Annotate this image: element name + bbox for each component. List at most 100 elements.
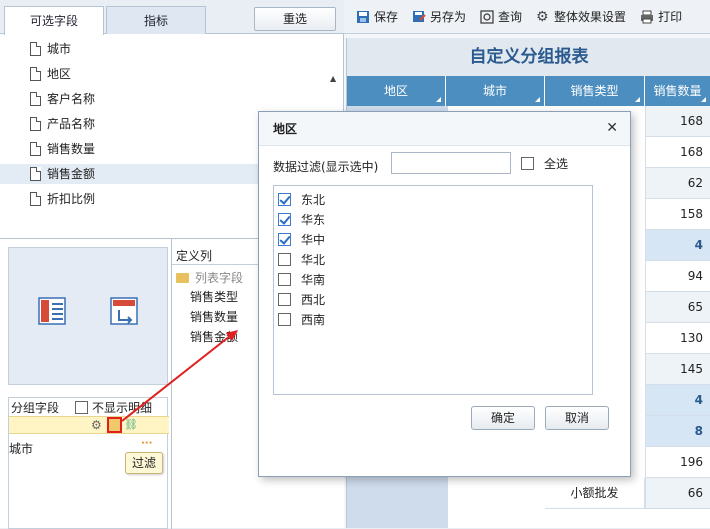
filter-label: 数据过滤(显示选中)	[273, 160, 379, 174]
field-label: 折扣比例	[47, 192, 96, 206]
define-item[interactable]: 销售类型	[190, 287, 238, 307]
field-item[interactable]: 地区	[30, 64, 180, 84]
print-button[interactable]: 打印	[640, 8, 682, 25]
layout-panel: 分组字段 不显示明细 ⚙ ⛓ 城市 ··· 过滤	[0, 239, 172, 529]
save-as-button[interactable]: 另存为	[412, 8, 466, 25]
field-label: 销售数量	[47, 142, 96, 156]
column-header[interactable]: 地区	[347, 76, 446, 106]
filter-tooltip: 过滤	[125, 452, 163, 474]
save-as-icon	[413, 10, 426, 22]
close-icon[interactable]: ✕	[606, 120, 618, 136]
group-label: 分组字段	[11, 400, 60, 415]
field-label: 城市	[47, 42, 72, 56]
subtotal-cell: 8	[645, 416, 710, 447]
ok-button[interactable]: 确定	[471, 406, 535, 430]
save-icon	[357, 10, 369, 23]
table-header: 地区 城市 销售类型 销售数量	[347, 76, 710, 106]
column-header[interactable]: 销售类型	[545, 76, 645, 106]
option-checkbox[interactable]	[278, 212, 291, 226]
document-icon	[30, 92, 41, 106]
table-cell: 62	[645, 168, 710, 199]
hide-detail-label: 不显示明细	[92, 400, 153, 415]
link-icon[interactable]: ⛓	[124, 418, 138, 431]
scroll-up-icon[interactable]: ▲	[330, 74, 336, 83]
query-button[interactable]: 查询	[480, 8, 522, 25]
field-label: 销售金额	[47, 167, 96, 181]
tab-metrics[interactable]: 指标	[106, 6, 206, 34]
option-item[interactable]: 华南	[278, 270, 325, 288]
option-item[interactable]: 华东	[278, 210, 325, 228]
filter-dialog: 地区 ✕ 数据过滤(显示选中) 全选 东北 华东 华中 华北 华南 西北 西南 …	[258, 111, 631, 477]
option-item[interactable]: 华北	[278, 250, 325, 268]
field-item[interactable]: 折扣比例	[30, 189, 180, 209]
group-field-box: 分组字段 不显示明细 ⚙ ⛓ 城市 ··· 过滤	[8, 397, 169, 529]
group-toolbar: ⚙ ⛓	[9, 416, 169, 434]
table-cell: 196	[645, 447, 710, 478]
option-item[interactable]: 西南	[278, 310, 325, 328]
dialog-title: 地区	[259, 112, 630, 146]
table-cell: 66	[645, 478, 710, 509]
field-item[interactable]: 产品名称	[30, 114, 180, 134]
document-icon	[30, 117, 41, 131]
option-checkbox[interactable]	[278, 192, 291, 206]
define-item[interactable]: 销售数量	[190, 307, 238, 327]
type-cell: 小额批发	[545, 478, 645, 509]
table-cell: 94	[645, 261, 710, 292]
option-checkbox[interactable]	[278, 232, 291, 246]
column-header[interactable]: 销售数量	[645, 76, 710, 106]
query-label: 查询	[498, 10, 523, 24]
table-cell: 145	[645, 354, 710, 385]
table-cell: 168	[645, 137, 710, 168]
table-cell: 168	[645, 106, 710, 137]
select-all-checkbox[interactable]	[521, 157, 534, 170]
group-item[interactable]: 城市	[9, 440, 33, 457]
filter-input[interactable]	[391, 152, 511, 174]
option-list: 东北 华东 华中 华北 华南 西北 西南	[273, 185, 593, 395]
save-label: 保存	[374, 10, 399, 24]
field-item[interactable]: 销售数量	[30, 139, 180, 159]
folder-item[interactable]: 列表字段	[176, 269, 243, 286]
cancel-button[interactable]: 取消	[545, 406, 609, 430]
option-item[interactable]: 西北	[278, 290, 325, 308]
row-layout-icon[interactable]	[37, 296, 67, 326]
define-item[interactable]: 销售金额	[190, 327, 238, 347]
field-label: 地区	[47, 67, 72, 81]
toolbar: 保存 另存为 查询 ⚙ 整体效果设置 打印	[344, 0, 710, 34]
field-item[interactable]: 城市	[30, 39, 180, 59]
tab-fields[interactable]: 可选字段	[4, 6, 104, 35]
field-item[interactable]: 客户名称	[30, 89, 180, 109]
more-icon[interactable]: ···	[141, 438, 152, 449]
filter-button[interactable]	[107, 417, 122, 433]
query-icon	[480, 9, 494, 24]
column-swap-icon[interactable]	[109, 296, 139, 326]
document-icon	[30, 192, 41, 206]
table-cell: 65	[645, 292, 710, 323]
report-title: 自定义分组报表	[347, 38, 710, 76]
folder-icon	[176, 272, 189, 283]
document-icon	[30, 42, 41, 56]
option-checkbox[interactable]	[278, 312, 291, 326]
field-item-selected[interactable]: 销售金额	[0, 164, 280, 184]
option-item[interactable]: 东北	[278, 190, 325, 208]
option-label: 西南	[301, 312, 326, 327]
overall-settings-button[interactable]: ⚙ 整体效果设置	[536, 8, 626, 25]
option-checkbox[interactable]	[278, 272, 291, 286]
option-label: 华东	[301, 212, 326, 227]
hide-detail-checkbox[interactable]	[75, 400, 89, 414]
select-all[interactable]: 全选	[521, 155, 568, 172]
option-checkbox[interactable]	[278, 292, 291, 306]
option-label: 华中	[301, 232, 326, 247]
gear-icon[interactable]: ⚙	[91, 418, 102, 432]
document-icon	[30, 167, 41, 181]
field-label: 客户名称	[47, 92, 96, 106]
table-cell: 158	[645, 199, 710, 230]
option-item[interactable]: 华中	[278, 230, 325, 248]
option-label: 东北	[301, 192, 326, 207]
field-label: 产品名称	[47, 117, 96, 131]
reset-button[interactable]: 重选	[254, 7, 336, 31]
save-button[interactable]: 保存	[356, 8, 398, 25]
option-checkbox[interactable]	[278, 252, 291, 266]
overall-settings-label: 整体效果设置	[554, 10, 627, 24]
print-icon	[641, 10, 654, 23]
column-header[interactable]: 城市	[446, 76, 545, 106]
